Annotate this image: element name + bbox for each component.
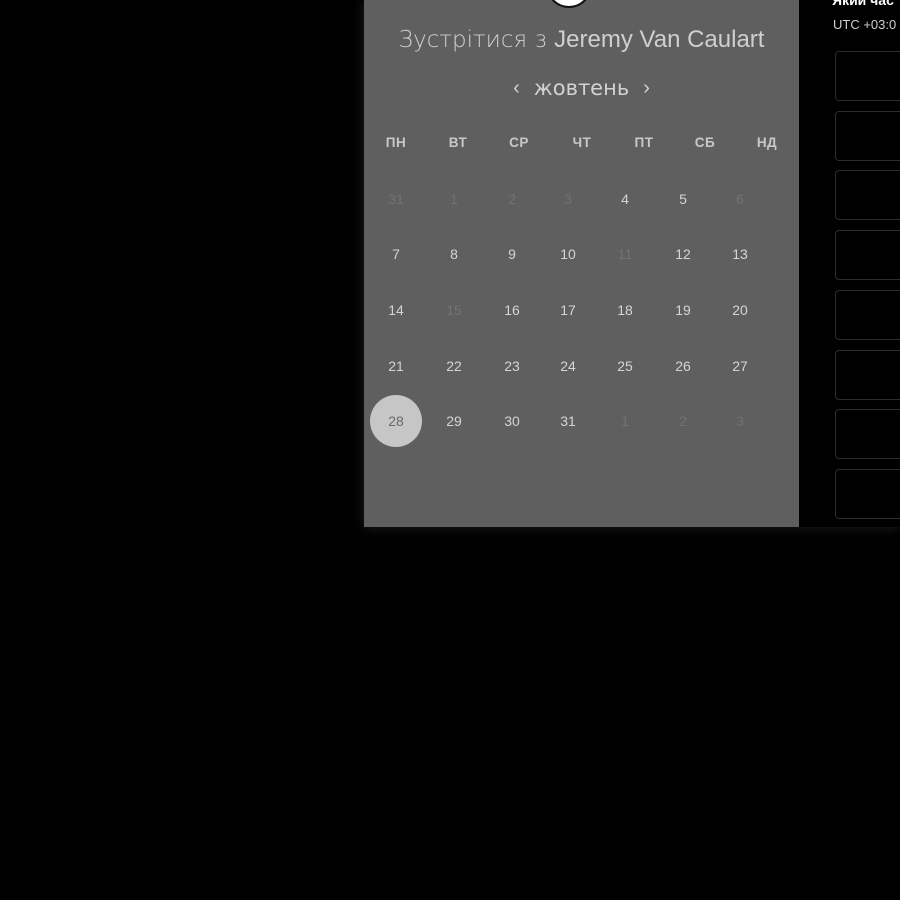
calendar-day[interactable]: 10 <box>546 232 590 276</box>
calendar-day[interactable]: 19 <box>661 288 705 332</box>
calendar-day: 15 <box>446 302 462 318</box>
time-slot-button[interactable] <box>835 230 900 281</box>
calendar-day[interactable]: 5 <box>661 177 705 221</box>
calendar-day: 11 <box>617 246 633 262</box>
calendar-day: 3 <box>736 413 744 429</box>
calendar-grid: 31 1 2 3 4 5 6 7 8 9 10 11 12 13 14 15 16 17 18 19 20 21 22 23 2… <box>364 0 799 527</box>
calendar-day[interactable]: 12 <box>661 232 705 276</box>
calendar-day: 2 <box>508 191 516 207</box>
calendar-day[interactable]: 29 <box>432 399 476 443</box>
calendar-day[interactable]: 7 <box>374 232 418 276</box>
time-slot-button[interactable] <box>835 349 900 400</box>
time-question: Який час <box>832 0 894 8</box>
calendar-day[interactable]: 24 <box>546 344 590 388</box>
calendar-day[interactable]: 20 <box>718 288 762 332</box>
calendar-day[interactable]: 8 <box>432 232 476 276</box>
calendar-day[interactable]: 31 <box>546 399 590 443</box>
time-slot-button[interactable] <box>835 289 900 340</box>
time-panel: Який час UTC +03:0 <box>799 0 900 527</box>
calendar-day[interactable]: 9 <box>490 232 534 276</box>
time-slot-button[interactable] <box>835 110 900 161</box>
calendar-day: 2 <box>679 413 687 429</box>
calendar-day[interactable]: 30 <box>490 399 534 443</box>
time-slot-button[interactable] <box>835 468 900 519</box>
calendar-day[interactable]: 22 <box>432 344 476 388</box>
calendar-day[interactable]: 18 <box>603 288 647 332</box>
calendar-day[interactable]: 21 <box>374 344 418 388</box>
calendar-day: 1 <box>450 191 458 207</box>
calendar-day: 1 <box>621 413 629 429</box>
calendar-day[interactable]: 14 <box>374 288 418 332</box>
booking-dialog: Зустрітися з Jeremy Van Caulart ‹ жовтен… <box>364 0 900 527</box>
time-slot-button[interactable] <box>835 51 900 101</box>
calendar-day: 31 <box>388 191 404 207</box>
calendar-day[interactable]: 4 <box>603 177 647 221</box>
calendar-day[interactable]: 26 <box>661 344 705 388</box>
calendar-day[interactable]: 23 <box>490 344 534 388</box>
calendar-day[interactable]: 25 <box>603 344 647 388</box>
calendar-day: 3 <box>564 191 572 207</box>
calendar-panel: Зустрітися з Jeremy Van Caulart ‹ жовтен… <box>364 0 799 527</box>
time-slot-button[interactable] <box>835 409 900 460</box>
calendar-day[interactable]: 13 <box>718 232 762 276</box>
calendar-day-selected[interactable]: 28 <box>370 395 422 447</box>
calendar-day[interactable]: 27 <box>718 344 762 388</box>
calendar-day: 6 <box>736 191 744 207</box>
time-slot-button[interactable] <box>835 170 900 221</box>
timezone-label: UTC +03:0 <box>833 17 897 32</box>
calendar-day[interactable]: 17 <box>546 288 590 332</box>
calendar-day[interactable]: 16 <box>490 288 534 332</box>
